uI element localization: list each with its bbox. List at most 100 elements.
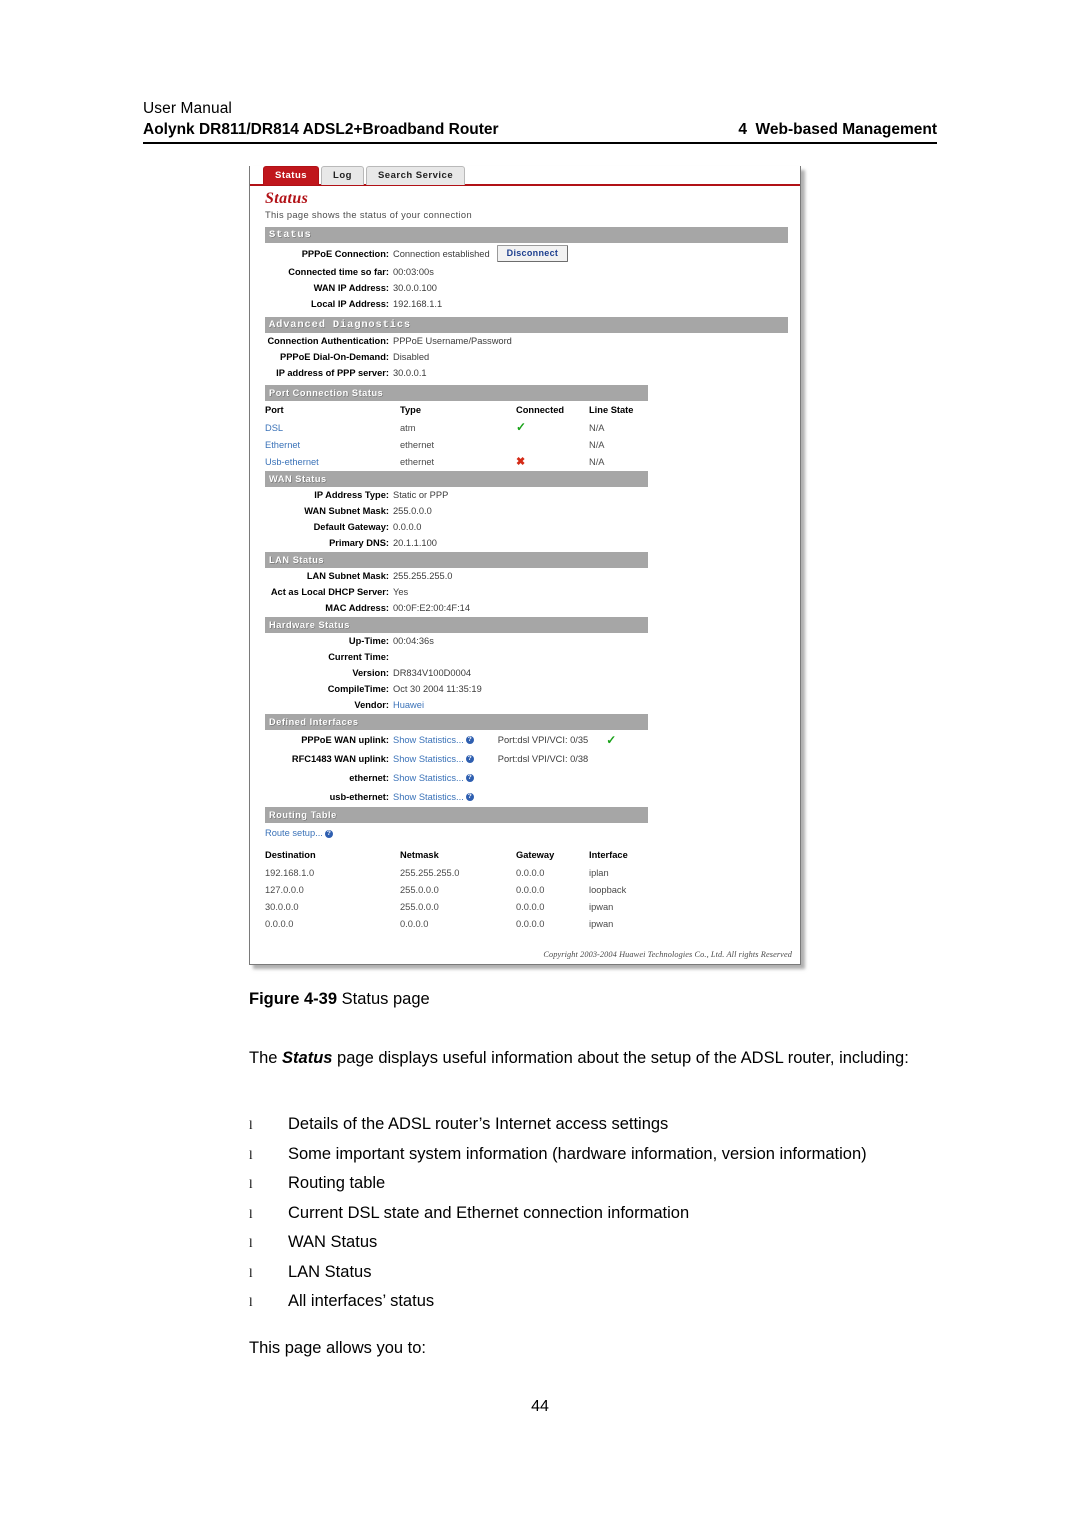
value-pppoe-connection: Connection established <box>393 248 490 259</box>
advanced-diagnostics-rows: Connection Authentication: PPPoE Usernam… <box>250 333 800 381</box>
label-pppoe-wan-uplink: PPPoE WAN uplink: <box>301 734 389 745</box>
routing-table: Destination Netmask Gateway Interface 19… <box>250 846 800 932</box>
status-section: Status <box>250 227 800 243</box>
route-destination: 30.0.0.0 <box>265 901 299 912</box>
col-interface: Interface <box>589 850 628 860</box>
help-icon[interactable]: ? <box>465 735 474 744</box>
intro-after: page displays useful information about t… <box>332 1049 909 1067</box>
col-destination: Destination <box>265 850 316 860</box>
bullet-marker-icon: l <box>249 1264 253 1280</box>
value-dhcp-server: Yes <box>393 587 409 597</box>
lan-status-bar: LAN Status <box>265 552 648 568</box>
running-header: User Manual Aolynk DR811/DR814 ADSL2+Bro… <box>143 98 937 144</box>
label-local-ip-address: Local IP Address: <box>310 299 389 309</box>
wan-status-bar: WAN Status <box>265 471 648 487</box>
help-icon[interactable]: ? <box>465 773 474 782</box>
list-item-label: Some important system information (hardw… <box>288 1144 867 1163</box>
tab-status[interactable]: Status <box>263 166 320 185</box>
wan-status-section: WAN Status <box>250 471 800 487</box>
table-row: Ethernet ethernet N/A <box>265 436 800 453</box>
port-link-dsl[interactable]: DSL <box>265 422 400 434</box>
bullet-marker-icon: l <box>249 1235 253 1250</box>
route-netmask: 255.0.0.0 <box>400 884 439 895</box>
show-statistics-link[interactable]: Show Statistics... <box>393 734 464 746</box>
label-ip-address-type: IP Address Type: <box>314 490 389 500</box>
label-compile-time: CompileTime: <box>327 684 389 694</box>
table-row: 30.0.0.0 255.0.0.0 0.0.0.0 ipwan <box>265 898 800 915</box>
disconnect-button[interactable]: Disconnect <box>496 245 569 262</box>
port-link-ethernet[interactable]: Ethernet <box>265 439 400 451</box>
list-item: l WAN Status <box>249 1228 949 1258</box>
row-compile-time: CompileTime: Oct 30 2004 11:35:19 <box>265 681 800 697</box>
bullet-marker-icon: l <box>249 1205 253 1221</box>
row-ethernet-interface: ethernet: Show Statistics...? <box>250 768 800 787</box>
label-up-time: Up-Time: <box>348 636 389 646</box>
help-icon[interactable]: ? <box>324 830 333 838</box>
check-icon: ✓ <box>606 732 617 747</box>
table-row: 127.0.0.0 255.0.0.0 0.0.0.0 loopback <box>265 881 800 898</box>
row-ppp-server-ip: IP address of PPP server: 30.0.0.1 <box>265 365 800 381</box>
row-mac-address: MAC Address: 00:0F:E2:00:4F:14 <box>265 600 800 616</box>
label-ethernet-interface: ethernet: <box>349 772 389 783</box>
lan-status-rows: LAN Subnet Mask: 255.255.255.0 Act as Lo… <box>250 568 800 616</box>
list-item: l Some important system information (har… <box>249 1140 949 1170</box>
value-mac-address: 00:0F:E2:00:4F:14 <box>393 603 471 613</box>
bullet-marker-icon: l <box>249 1176 253 1191</box>
port-link-usb-ethernet[interactable]: Usb-ethernet <box>265 456 400 468</box>
value-compile-time: Oct 30 2004 11:35:19 <box>393 684 482 694</box>
intro-bold-status: Status <box>282 1049 333 1067</box>
label-dhcp-server: Act as Local DHCP Server: <box>270 587 389 597</box>
row-connection-authentication: Connection Authentication: PPPoE Usernam… <box>265 333 800 349</box>
tab-log[interactable]: Log <box>321 166 364 185</box>
show-statistics-link[interactable]: Show Statistics... <box>393 791 464 803</box>
route-interface: ipwan <box>589 901 614 912</box>
show-statistics-link[interactable]: Show Statistics... <box>393 753 464 765</box>
table-row: 0.0.0.0 0.0.0.0 0.0.0.0 ipwan <box>265 915 800 932</box>
label-ppp-server-ip: IP address of PPP server: <box>276 368 389 378</box>
vendor-link[interactable]: Huawei <box>393 699 424 711</box>
figure-image: Status Log Search Service Status This pa… <box>249 166 809 965</box>
port-connection-status-section: Port Connection Status <box>250 385 800 401</box>
help-icon[interactable]: ? <box>465 792 474 801</box>
status-section-bar: Status <box>265 227 788 243</box>
label-default-gateway: Default Gateway: <box>313 522 389 532</box>
route-setup-row: Route setup...? <box>250 823 800 843</box>
row-wan-ip-address: WAN IP Address: 30.0.0.100 <box>265 280 800 296</box>
row-local-ip-address: Local IP Address: 192.168.1.1 <box>265 296 800 312</box>
port-type: ethernet <box>400 456 435 467</box>
label-version: Version: <box>352 668 389 678</box>
table-header-row: Destination Netmask Gateway Interface <box>265 846 800 864</box>
list-item-label: All interfaces’ status <box>288 1292 435 1310</box>
value-local-ip-address: 192.168.1.1 <box>393 299 443 309</box>
defined-interfaces-bar: Defined Interfaces <box>265 714 648 730</box>
page-number: 44 <box>531 1398 549 1415</box>
help-icon[interactable]: ? <box>465 754 474 763</box>
figure-caption-text: Status page <box>341 990 430 1008</box>
bullet-marker-icon: l <box>249 1146 253 1162</box>
show-statistics-link[interactable]: Show Statistics... <box>393 772 464 784</box>
value-version: DR834V100D0004 <box>393 668 472 678</box>
route-netmask: 255.0.0.0 <box>400 901 439 912</box>
value-ppp-server-ip: 30.0.0.1 <box>393 368 427 378</box>
table-row: Usb-ethernet ethernet ✖ N/A <box>265 453 800 470</box>
value-default-gateway: 0.0.0.0 <box>393 522 422 532</box>
label-pppoe-dial-on-demand: PPPoE Dial-On-Demand: <box>280 352 389 362</box>
hardware-status-bar: Hardware Status <box>265 617 648 633</box>
bullet-marker-icon: l <box>249 1294 253 1309</box>
value-pppoe-dial-on-demand: Disabled <box>393 352 430 362</box>
list-item-label: Routing table <box>288 1174 386 1192</box>
page-subtitle: This page shows the status of your conne… <box>265 210 472 220</box>
label-lan-subnet-mask: LAN Subnet Mask: <box>306 571 389 581</box>
tab-search-service[interactable]: Search Service <box>365 166 466 185</box>
list-item: l LAN Status <box>249 1258 949 1288</box>
label-primary-dns: Primary DNS: <box>329 538 389 548</box>
row-primary-dns: Primary DNS: 20.1.1.100 <box>265 535 800 551</box>
route-interface: loopback <box>589 884 627 895</box>
route-gateway: 0.0.0.0 <box>516 901 545 912</box>
port-type: ethernet <box>400 439 435 450</box>
label-current-time: Current Time: <box>328 652 389 662</box>
value-wan-ip-address: 30.0.0.100 <box>393 283 437 293</box>
route-netmask: 0.0.0.0 <box>400 918 429 929</box>
value-lan-subnet-mask: 255.255.255.0 <box>393 571 453 581</box>
route-setup-link[interactable]: Route setup... <box>265 828 323 838</box>
